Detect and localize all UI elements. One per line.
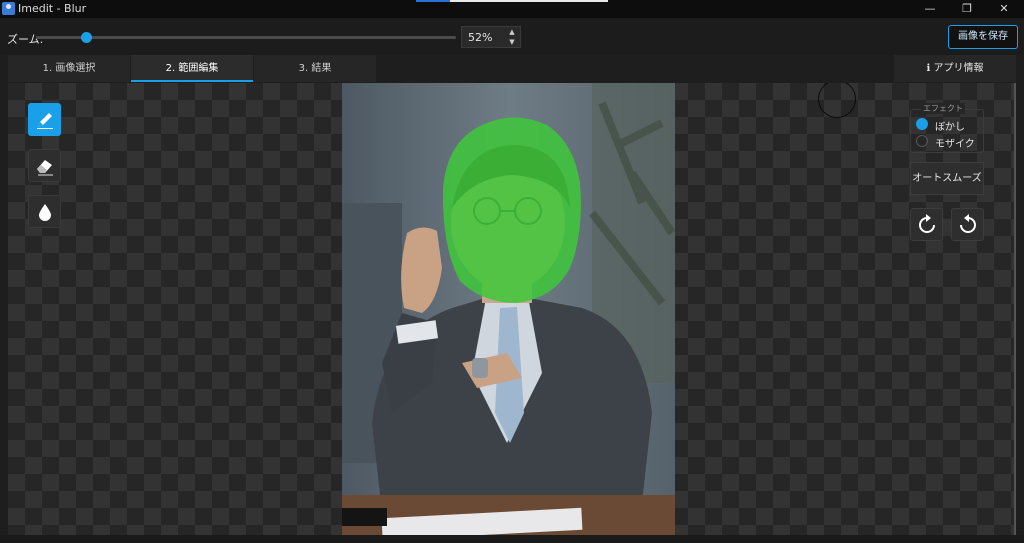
rotate-clockwise-icon	[919, 214, 935, 233]
tab-app-info[interactable]: ℹ アプリ情報	[894, 55, 1016, 82]
effect-blur-label: ぼかし	[935, 122, 965, 133]
info-icon: ℹ	[926, 63, 931, 74]
effect-mosaic-label: モザイク	[935, 139, 975, 150]
tab-range-edit[interactable]: 2. 範囲編集	[131, 55, 253, 82]
eraser-tool-button[interactable]	[28, 149, 61, 182]
title-bar: Imedit - Blur — ❐ ✕	[0, 0, 1024, 18]
rotate-counterclockwise-button[interactable]	[951, 208, 984, 241]
photo-illustration	[342, 83, 675, 535]
zoom-label: ズーム:	[7, 33, 44, 46]
pencil-tool-button[interactable]	[28, 103, 61, 136]
close-icon[interactable]: ✕	[989, 1, 1019, 17]
zoom-spinbox[interactable]: 52% ▲ ▼	[461, 26, 521, 48]
canvas-workspace[interactable]: エフェクト ぼかし モザイク オートスムーズ	[8, 83, 1016, 535]
title-accent	[416, 0, 608, 2]
tab-bar: 1. 画像選択 2. 範囲編集 3. 結果	[8, 55, 376, 82]
zoom-down-icon[interactable]: ▼	[507, 38, 517, 47]
app-icon	[2, 2, 15, 15]
radio-checked-icon[interactable]	[916, 118, 928, 130]
brush-cursor	[818, 83, 856, 118]
status-strip	[0, 535, 1024, 543]
eraser-icon	[37, 160, 53, 176]
save-image-button[interactable]: 画像を保存	[948, 25, 1018, 49]
pencil-icon	[37, 113, 53, 129]
window-title: Imedit - Blur	[18, 2, 87, 15]
tab-app-info-label: アプリ情報	[933, 63, 984, 74]
zoom-slider[interactable]	[36, 32, 456, 43]
droplet-icon	[39, 204, 51, 221]
zoom-slider-thumb[interactable]	[81, 32, 93, 43]
zoom-up-icon[interactable]: ▲	[507, 28, 517, 37]
toolbar: ズーム: 52% ▲ ▼ 画像を保存	[0, 18, 1024, 55]
auto-smooth-button[interactable]: オートスムーズ	[910, 162, 984, 195]
minimize-icon[interactable]: —	[915, 1, 945, 17]
effect-legend: エフェクト	[921, 103, 965, 114]
rotate-clockwise-button[interactable]	[910, 208, 943, 241]
vertical-scrollbar[interactable]	[1014, 83, 1016, 535]
tab-image-select[interactable]: 1. 画像選択	[8, 55, 130, 82]
restore-icon[interactable]: ❐	[952, 1, 982, 17]
edit-image[interactable]	[342, 83, 675, 535]
zoom-value[interactable]: 52%	[468, 31, 492, 44]
rotate-counterclockwise-icon	[960, 214, 976, 233]
dropper-tool-button[interactable]	[28, 195, 61, 228]
effect-group: エフェクト ぼかし モザイク	[910, 103, 984, 153]
radio-unchecked-icon[interactable]	[916, 135, 928, 147]
tab-result[interactable]: 3. 結果	[254, 55, 376, 82]
